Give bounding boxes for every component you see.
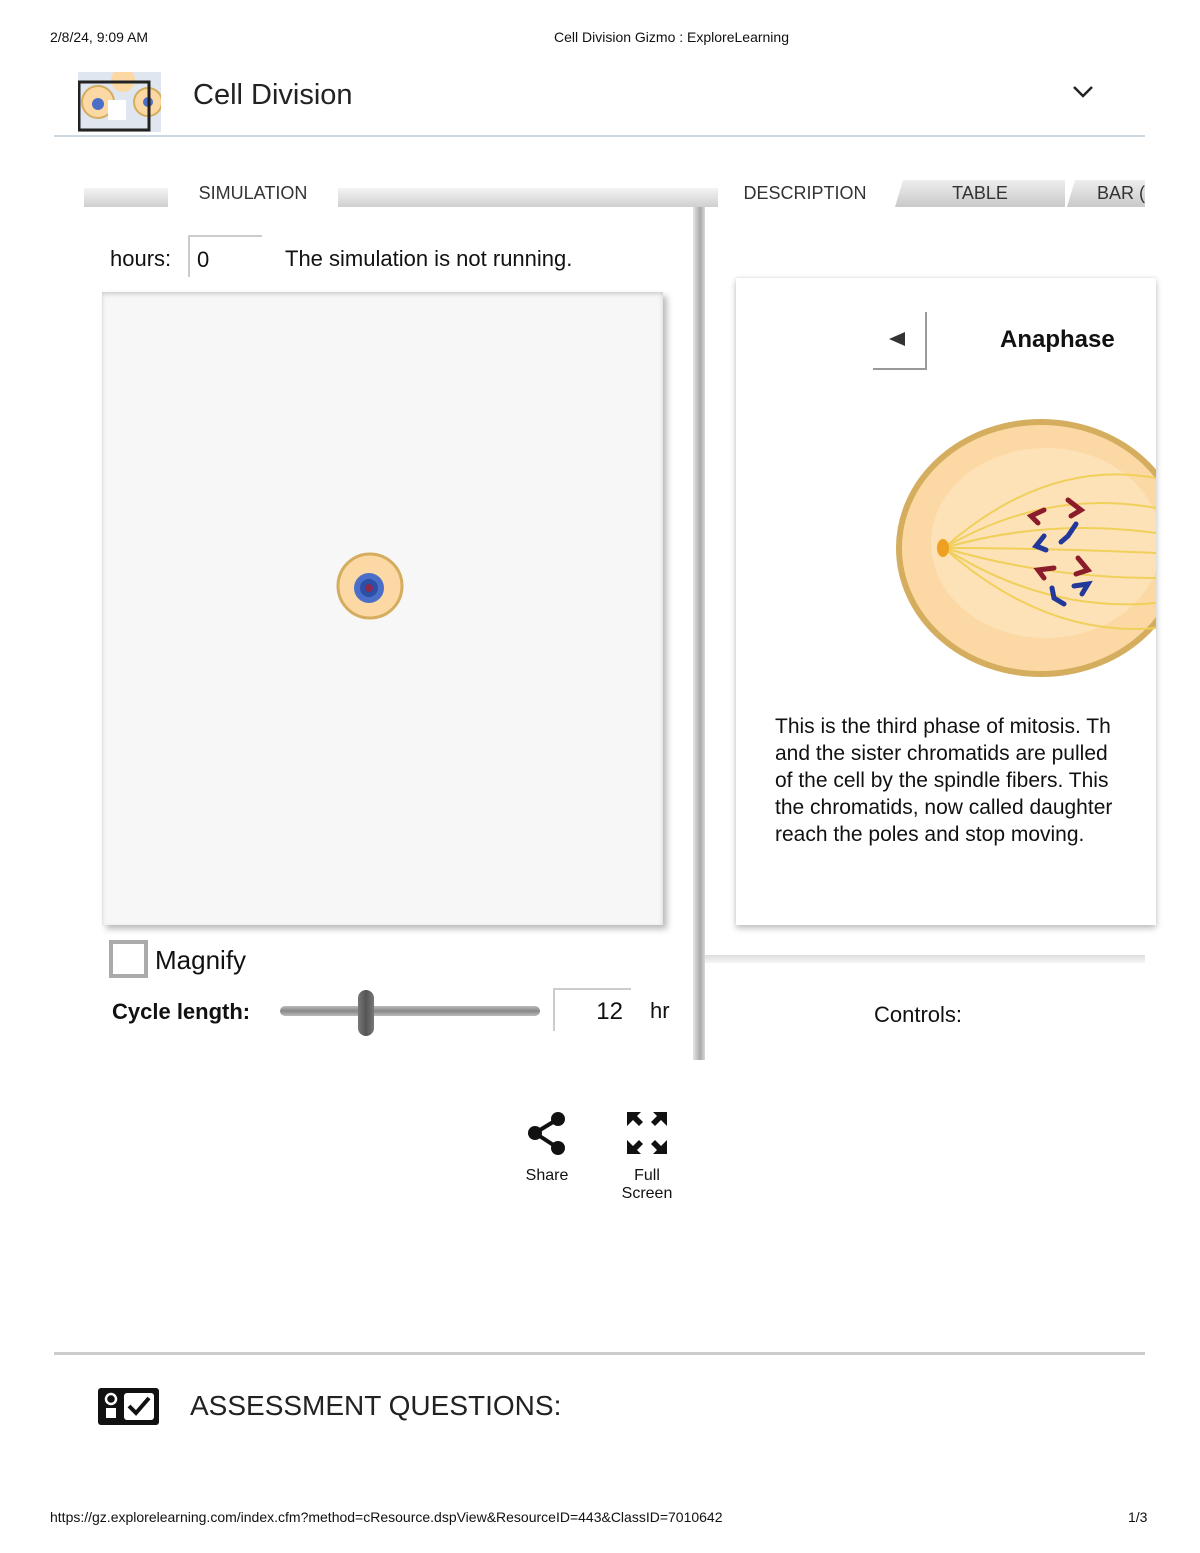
- description-line: reach the poles and stop moving.: [775, 823, 1085, 846]
- previous-phase-button[interactable]: [873, 312, 927, 370]
- fullscreen-label-line: Screen: [621, 1185, 673, 1202]
- description-line: This is the third phase of mitosis. Th: [775, 715, 1111, 738]
- anaphase-cell-image: [896, 419, 1156, 677]
- print-url: https://gz.explorelearning.com/index.cfm…: [50, 1509, 723, 1525]
- assessment-title: ASSESSMENT QUESTIONS:: [190, 1390, 562, 1421]
- share-label: Share: [525, 1167, 569, 1184]
- description-line: the chromatids, now called daughter: [775, 796, 1113, 819]
- simulation-area[interactable]: [102, 292, 663, 925]
- section-divider: [54, 1352, 1145, 1355]
- fullscreen-label-line: Full: [634, 1167, 660, 1184]
- chevron-down-icon[interactable]: [1071, 84, 1095, 105]
- cycle-length-unit: hr: [650, 998, 670, 1023]
- controls-divider: [705, 955, 1145, 963]
- print-datetime: 2/8/24, 9:09 AM: [50, 29, 149, 45]
- hours-field[interactable]: 0: [188, 235, 262, 277]
- phase-description: This is the third phase of mitosis. Th a…: [775, 713, 1112, 848]
- description-line: of the cell by the spindle fibers. This: [775, 769, 1109, 792]
- phase-title: Anaphase: [1000, 326, 1115, 353]
- fullscreen-button[interactable]: Full Screen: [612, 1110, 682, 1203]
- cell: [336, 552, 404, 620]
- print-page-title: Cell Division Gizmo : ExploreLearning: [554, 29, 789, 45]
- header-divider: [54, 135, 1145, 137]
- print-page-number: 1/3: [1128, 1509, 1148, 1525]
- fullscreen-label: Full Screen: [612, 1167, 682, 1203]
- gizmo-thumbnail: [78, 72, 161, 132]
- magnify-checkbox[interactable]: [109, 940, 148, 978]
- tab-bar-filler: [84, 188, 168, 207]
- assessment-icon: [98, 1388, 159, 1430]
- cycle-length-field[interactable]: 12: [553, 988, 631, 1031]
- tab-bar-filler: [338, 188, 718, 207]
- share-button[interactable]: Share: [515, 1110, 579, 1185]
- cycle-length-slider[interactable]: [280, 1006, 540, 1016]
- cycle-length-slider-thumb[interactable]: [358, 990, 374, 1036]
- cycle-length-label: Cycle length:: [112, 999, 251, 1024]
- panel-divider: [693, 207, 705, 1060]
- app-title: Cell Division: [193, 79, 353, 111]
- description-card: Anaphase This is the third phase of mito…: [736, 278, 1156, 925]
- hours-label: hours:: [110, 246, 172, 271]
- fullscreen-icon: [627, 1112, 667, 1154]
- tab-bar-chart[interactable]: BAR (: [1067, 180, 1145, 207]
- share-icon: [528, 1112, 565, 1155]
- simulation-status: The simulation is not running.: [285, 246, 573, 271]
- description-line: and the sister chromatids are pulled: [775, 742, 1108, 765]
- triangle-left-icon: [889, 332, 905, 346]
- magnify-label: Magnify: [155, 945, 247, 975]
- tab-simulation[interactable]: SIMULATION: [168, 180, 338, 207]
- tab-description[interactable]: DESCRIPTION: [720, 180, 890, 207]
- controls-label: Controls:: [874, 1002, 963, 1027]
- tab-table[interactable]: TABLE: [895, 180, 1065, 207]
